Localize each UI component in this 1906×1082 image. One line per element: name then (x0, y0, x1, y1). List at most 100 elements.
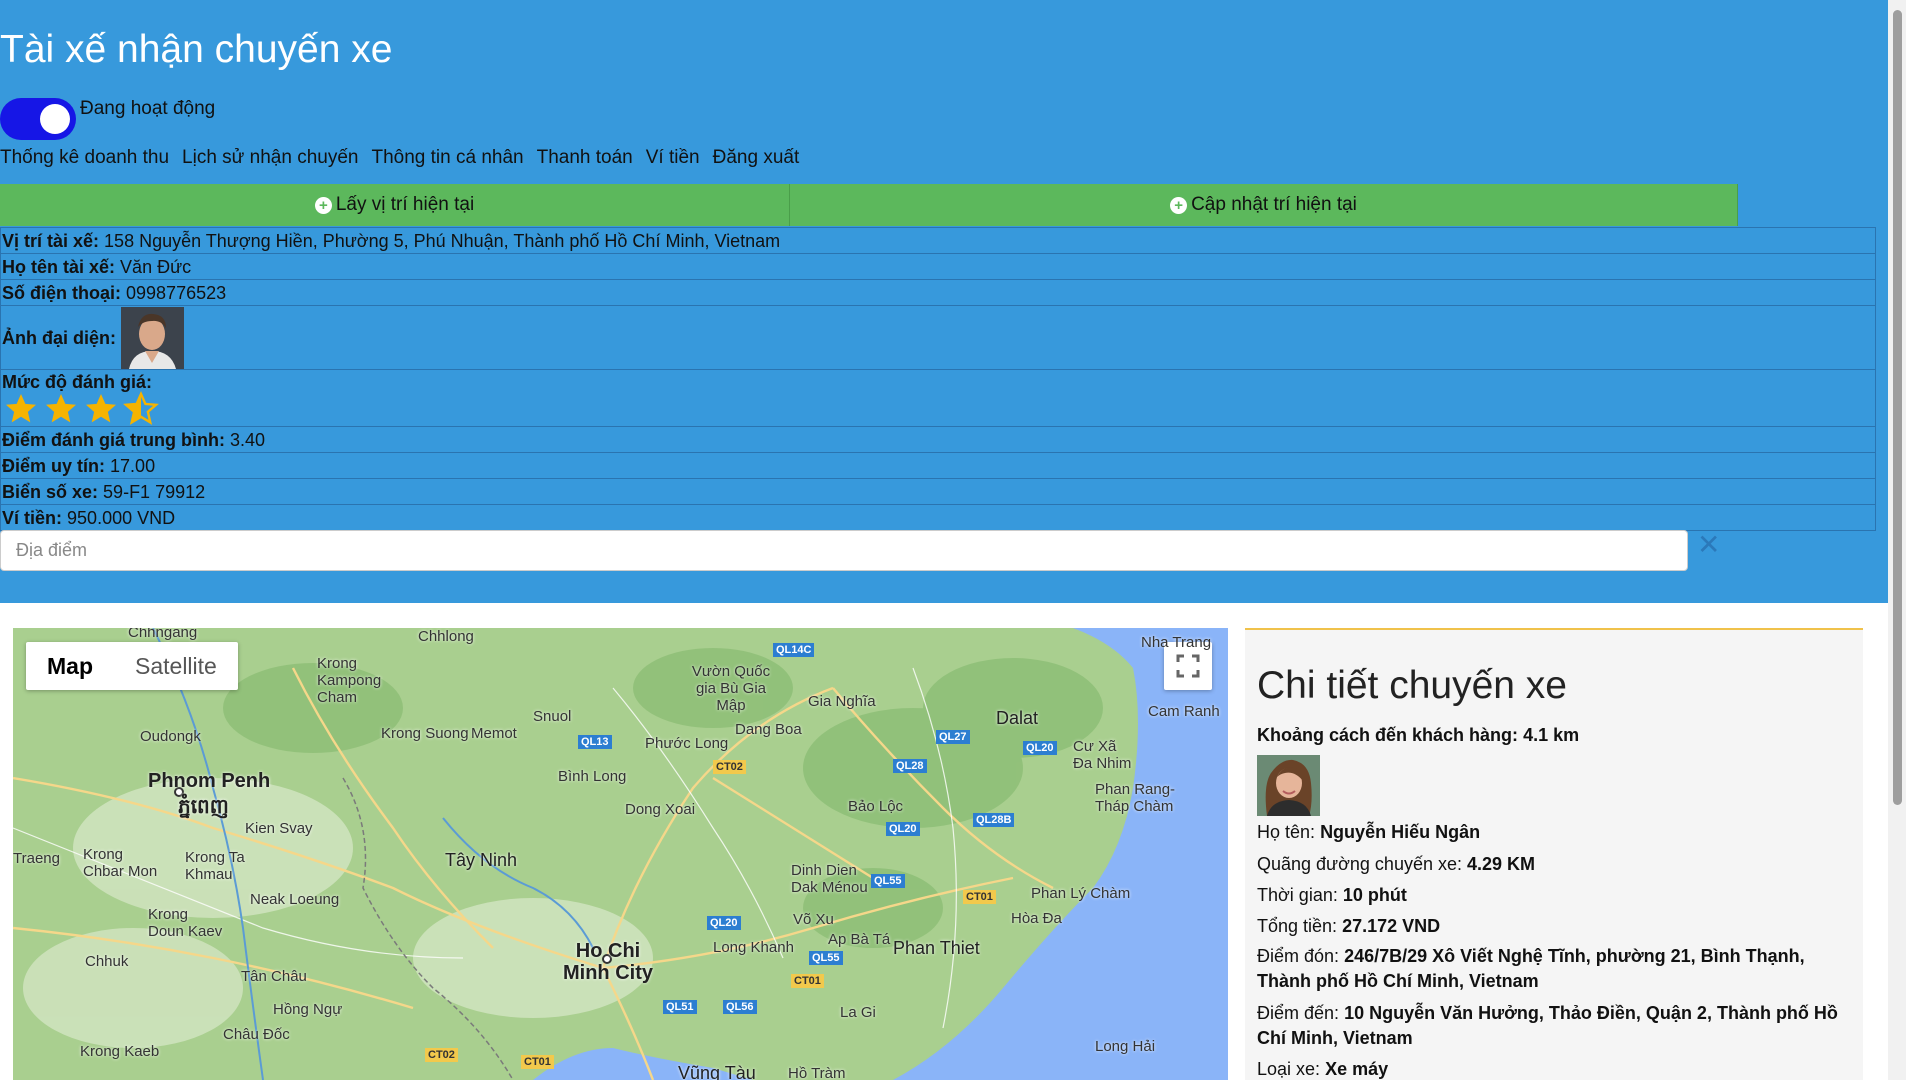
table-row: Số điện thoại: 0998776523 (0, 279, 1876, 306)
scrollbar-thumb[interactable] (1893, 10, 1902, 805)
map-label: ភ្នំពេញ (178, 796, 229, 818)
map-label: Chhlong (418, 628, 474, 645)
trip-detail-panel: Chi tiết chuyến xe Khoảng cách đến khách… (1245, 628, 1863, 1080)
plus-circle-icon: + (1170, 196, 1188, 214)
wallet-value: 950.000 VND (67, 507, 176, 528)
road-label: CT02 (425, 1048, 458, 1062)
get-location-button[interactable]: + Lấy vị trí hiện tại (0, 184, 790, 226)
driver-avatar (121, 306, 185, 369)
location-search-input[interactable] (0, 530, 1688, 571)
map-label: Krong Doun Kaev (148, 906, 223, 940)
trip-pickup: Điểm đón: 246/7B/29 Xô Viết Nghệ Tĩnh, p… (1257, 944, 1857, 994)
road-label: QL20 (707, 916, 741, 930)
road-label: QL14C (773, 643, 815, 657)
plate-label: Biển số xe: (2, 481, 99, 502)
status-toggle[interactable] (0, 98, 76, 140)
nav-payment[interactable]: Thanh toán (537, 147, 633, 171)
map-label: La Gi (840, 1004, 876, 1021)
trip-time: Thời gian: 10 phút (1257, 883, 1857, 908)
map-type-map-button[interactable]: Map (26, 642, 114, 690)
map-label: Long Khanh (713, 939, 794, 956)
map-label: Vũng Tàu (678, 1063, 756, 1080)
map-label: Võ Xu (793, 911, 834, 928)
road-label: QL55 (809, 951, 843, 965)
get-location-label: Lấy vị trí hiện tại (335, 194, 475, 215)
map-label: Tây Ninh (445, 850, 518, 870)
toggle-knob (40, 104, 70, 134)
map-label: Phan Thiet (893, 938, 980, 958)
road-label: CT02 (713, 760, 746, 774)
map-label: Hồng Ngự (273, 1001, 343, 1018)
customer-distance-value: 4.1 km (1523, 725, 1580, 745)
map-label: Krong Chbar Mon (83, 846, 158, 880)
map-label: Vườn Quốc gia Bù Gia Mập (691, 663, 771, 714)
update-location-button[interactable]: + Cập nhật trí hiện tại (790, 184, 1738, 226)
road-label: QL51 (663, 1000, 697, 1014)
nav-wallet[interactable]: Ví tiền (646, 147, 700, 171)
map-label: Krong Kampong Cham (317, 655, 382, 706)
avg-rating-value: 3.40 (230, 429, 266, 450)
map-label: Nha Trang (1141, 634, 1212, 651)
trip-pickup-label: Điểm đón: (1257, 946, 1340, 966)
map-label: Dang Boa (735, 721, 802, 738)
map-label: Bảo Lộc (848, 798, 904, 815)
map-label: Krong Kaeb (80, 1043, 160, 1060)
star-half-icon (123, 391, 159, 425)
main-nav: Thống kê doanh thu Lịch sử nhận chuyến T… (0, 147, 799, 171)
map-label: Phước Long (645, 735, 729, 752)
status-label: Đang hoạt động (80, 98, 216, 119)
table-row: Điểm uy tín: 17.00 (0, 452, 1876, 479)
road-label: CT01 (521, 1055, 554, 1069)
driver-location-value: 158 Nguyễn Thượng Hiền, Phường 5, Phú Nh… (104, 230, 781, 251)
map-label: Hồ Tràm (788, 1065, 846, 1080)
trip-detail-title: Chi tiết chuyến xe (1257, 664, 1568, 707)
star-full-icon (46, 394, 76, 423)
road-label: CT01 (791, 974, 824, 988)
map-label: Dalat (996, 708, 1039, 728)
map-label: Bình Long (558, 768, 627, 785)
nav-logout[interactable]: Đăng xuất (713, 147, 800, 171)
map-label: Oudongk (140, 728, 201, 745)
map-label: Phan Lý Chàm (1031, 885, 1131, 902)
page-scrollbar[interactable] (1888, 0, 1906, 1080)
trip-time-label: Thời gian: (1257, 885, 1338, 905)
map-label: Phan Rang-Tháp Chàm (1095, 781, 1176, 815)
customer-name-label: Họ tên: (1257, 822, 1316, 842)
map-label: Gia Nghĩa (808, 693, 876, 710)
map-label: Dong Xoai (625, 801, 696, 818)
customer-name-value: Nguyễn Hiếu Ngân (1320, 822, 1481, 842)
road-label: QL55 (871, 874, 905, 888)
table-row: Điểm đánh giá trung bình: 3.40 (0, 426, 1876, 453)
driver-phone-value: 0998776523 (126, 282, 227, 303)
trip-pickup-value: 246/7B/29 Xô Viết Nghệ Tĩnh, phường 21, … (1257, 946, 1805, 991)
plus-circle-icon: + (314, 196, 332, 214)
clear-icon[interactable]: ✕ (1697, 530, 1720, 560)
customer-name: Họ tên: Nguyễn Hiếu Ngân (1257, 820, 1857, 845)
rating-stars (2, 391, 1875, 426)
driver-info-table: Vị trí tài xế: 158 Nguyễn Thượng Hiền, P… (0, 227, 1876, 531)
map-label: Cư Xã Đa Nhim (1073, 738, 1132, 772)
map-label: Châu Đốc (223, 1026, 290, 1043)
map-label: Chhngang (128, 628, 198, 641)
table-row: Biển số xe: 59-F1 79912 (0, 478, 1876, 505)
map-label: Chhuk (85, 953, 129, 970)
nav-profile[interactable]: Thông tin cá nhân (371, 147, 523, 171)
table-row: Mức độ đánh giá: (0, 369, 1876, 427)
driver-phone-label: Số điện thoại: (2, 282, 121, 303)
driver-name-label: Họ tên tài xế: (2, 256, 116, 277)
customer-distance-label: Khoảng cách đến khách hàng: (1257, 725, 1519, 745)
star-full-icon (86, 394, 116, 423)
map-label: Snuol (533, 708, 572, 725)
trip-vehicle-label: Loại xe: (1257, 1059, 1321, 1079)
trip-route-label: Quãng đường chuyến xe: (1257, 854, 1462, 874)
map-type-satellite-button[interactable]: Satellite (114, 642, 238, 690)
driver-avatar-label: Ảnh đại diện: (2, 327, 116, 348)
map-label: Krong Suong (381, 725, 469, 742)
driver-location-label: Vị trí tài xế: (2, 230, 100, 251)
map-label: Kien Svay (245, 820, 313, 837)
plate-value: 59-F1 79912 (103, 481, 206, 502)
nav-trip-history[interactable]: Lịch sử nhận chuyến (182, 147, 358, 171)
road-label: QL28 (893, 759, 927, 773)
nav-revenue-stats[interactable]: Thống kê doanh thu (0, 147, 169, 171)
map-view[interactable]: Map Satellite Chhngang Chhlong Krong Kam… (13, 628, 1228, 1080)
